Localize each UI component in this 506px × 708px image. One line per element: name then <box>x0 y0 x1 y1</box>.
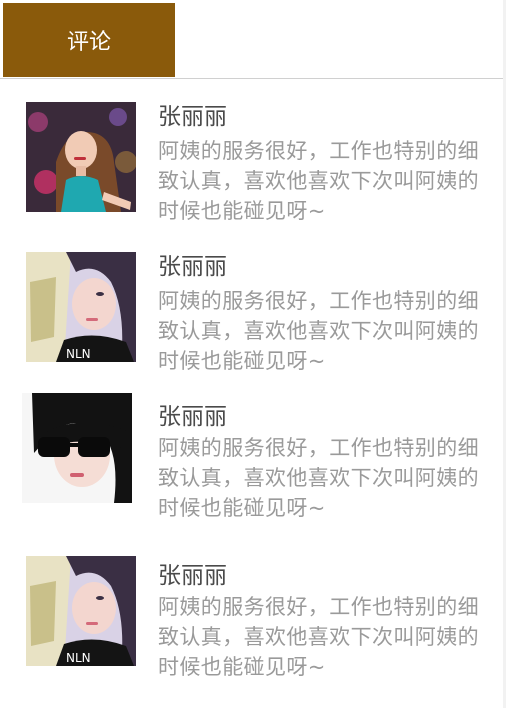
comment-text: 阿姨的服务很好，工作也特别的细致认真，喜欢他喜欢下次叫阿姨的时候也能碰见呀~ <box>158 289 479 373</box>
comment-username: 张丽丽 <box>158 254 227 280</box>
tab-comments[interactable]: 评论 <box>3 3 175 77</box>
avatar-girl-teal-shirt-image <box>26 102 136 212</box>
comment-username: 张丽丽 <box>158 104 227 130</box>
comment-item: 张丽丽 阿姨的服务很好，工作也特别的细致认真，喜欢他喜欢下次叫阿姨的时候也能碰见… <box>0 92 506 242</box>
user-avatar[interactable]: NLN <box>26 556 136 666</box>
user-avatar[interactable] <box>26 102 136 212</box>
svg-text:NLN: NLN <box>66 347 91 361</box>
comment-text: 阿姨的服务很好，工作也特别的细致认真，喜欢他喜欢下次叫阿姨的时候也能碰见呀~ <box>158 436 479 520</box>
comment-item: NLN 张丽丽 阿姨的服务很好，工作也特别的细致认真，喜欢他喜欢下次叫阿姨的时候… <box>0 546 506 696</box>
comment-item: 张丽丽 阿姨的服务很好，工作也特别的细致认真，喜欢他喜欢下次叫阿姨的时候也能碰见… <box>0 383 506 533</box>
avatar-girl-sunglasses-image <box>22 393 132 503</box>
avatar-girl-book-image: NLN <box>26 556 136 666</box>
avatar-girl-book-image: NLN <box>26 252 136 362</box>
user-avatar[interactable] <box>22 393 132 503</box>
comment-username: 张丽丽 <box>158 404 227 430</box>
comment-username: 张丽丽 <box>158 563 227 589</box>
user-avatar[interactable]: NLN <box>26 252 136 362</box>
svg-text:NLN: NLN <box>66 651 91 665</box>
comment-text: 阿姨的服务很好，工作也特别的细致认真，喜欢他喜欢下次叫阿姨的时候也能碰见呀~ <box>158 595 479 679</box>
tab-bar: 评论 <box>0 0 506 80</box>
comment-item: NLN 张丽丽 阿姨的服务很好，工作也特别的细致认真，喜欢他喜欢下次叫阿姨的时候… <box>0 242 506 392</box>
comment-text: 阿姨的服务很好，工作也特别的细致认真，喜欢他喜欢下次叫阿姨的时候也能碰见呀~ <box>158 139 479 223</box>
tab-bar-divider <box>0 78 504 79</box>
